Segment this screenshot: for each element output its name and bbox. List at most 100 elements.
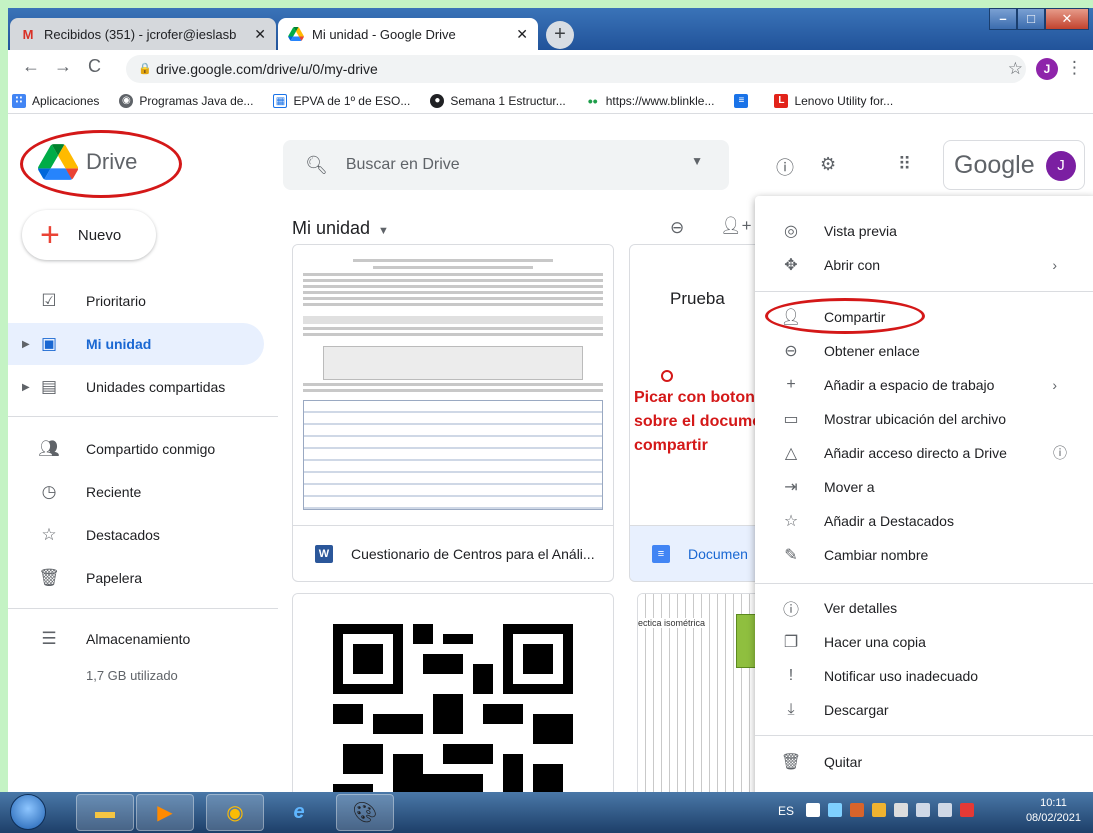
sidebar-item-label: Mi unidad — [86, 336, 152, 352]
shortcut-icon: △ — [784, 445, 798, 462]
tray-security-icon[interactable] — [872, 803, 886, 817]
menu-item-acceso-directo[interactable]: △ Añadir acceso directo a Drive ⓘ — [755, 436, 1093, 470]
lock-icon: 🔒 — [138, 63, 152, 75]
sidebar-item-mi-unidad[interactable]: ▶ ▣ Mi unidad — [8, 323, 264, 365]
menu-item-cambiar-nombre[interactable]: ✎ Cambiar nombre — [755, 538, 1093, 572]
clock-icon: ◷ — [41, 482, 57, 501]
browser-menu-icon[interactable]: ⋮ — [1066, 58, 1083, 78]
menu-item-label: Notificar uso inadecuado — [824, 668, 979, 684]
sidebar-item-almacenamiento[interactable]: ☰ Almacenamiento — [8, 618, 264, 660]
taskbar-chrome[interactable]: ◉ — [206, 794, 264, 831]
bookmark-epva[interactable]: ▦ EPVA de 1º de ESO... — [273, 93, 410, 108]
clock-date: 08/02/2021 — [1025, 812, 1081, 824]
menu-item-ver-detalles[interactable]: ⓘ Ver detalles — [755, 591, 1093, 625]
menu-item-abrir-con[interactable]: ✥ Abrir con › — [755, 248, 1093, 282]
taskbar-ie[interactable]: e — [270, 794, 328, 831]
menu-item-espacio-trabajo[interactable]: + Añadir a espacio de trabajo › — [755, 368, 1093, 402]
mi-unidad-dropdown[interactable]: Mi unidad ▼ — [292, 218, 389, 239]
move-arrows-icon: ✥ — [784, 257, 798, 274]
sidebar-item-papelera[interactable]: 🗑︎ Papelera — [8, 557, 264, 599]
file-name: Cuestionario de Centros para el Análi... — [351, 545, 595, 562]
bookmark-star-icon[interactable]: ☆ — [1008, 59, 1023, 79]
bookmark-blinkle[interactable]: •• https://www.blinkle... — [586, 94, 715, 108]
reload-icon[interactable]: C — [88, 56, 101, 77]
tray-device-icon[interactable] — [894, 803, 908, 817]
tab-title: Mi unidad - Google Drive — [312, 26, 456, 42]
tray-flag-icon[interactable] — [806, 803, 820, 817]
person-add-icon[interactable]: 👤︎+ — [720, 216, 752, 236]
system-clock[interactable]: 10:11 08/02/2021 — [1026, 796, 1081, 826]
new-tab-button[interactable]: + — [546, 21, 574, 49]
menu-item-obtener-enlace[interactable]: ⊖ Obtener enlace — [755, 334, 1093, 368]
tab-drive[interactable]: Mi unidad - Google Drive ✕ — [278, 18, 538, 50]
forward-icon[interactable]: → — [54, 56, 72, 77]
new-button[interactable]: + Nuevo — [22, 210, 156, 260]
browser-toolbar: ← → C 🔒 drive.google.com/drive/u/0/my-dr… — [8, 50, 1093, 88]
tab-gmail[interactable]: M Recibidos (351) - jcrofer@ieslasb ✕ — [10, 18, 276, 50]
file-name: Documen — [688, 545, 748, 562]
search-icon[interactable]: 🔍︎ — [305, 155, 328, 176]
drive-search-bar[interactable]: 🔍︎ Buscar en Drive ▼ — [283, 140, 729, 190]
sidebar-item-label: Unidades compartidas — [86, 379, 226, 395]
file-card-qr[interactable] — [292, 593, 614, 792]
download-icon: ⤓ — [787, 701, 795, 718]
sidebar-item-prioritario[interactable]: ☑ Prioritario — [8, 280, 264, 322]
bookmark-apps[interactable]: ∷ Aplicaciones — [12, 93, 99, 108]
back-icon[interactable]: ← — [22, 56, 40, 77]
sidebar-item-label: Reciente — [86, 484, 142, 500]
close-window-button[interactable]: ✕ — [1045, 8, 1089, 30]
close-tab-icon[interactable]: ✕ — [516, 26, 528, 43]
apps-grid-icon[interactable]: ⠿ — [898, 154, 911, 175]
minimize-button[interactable]: – — [989, 8, 1017, 30]
google-account-area[interactable]: Google J — [943, 140, 1085, 190]
close-tab-icon[interactable]: ✕ — [254, 26, 266, 43]
menu-item-vista-previa[interactable]: ◎ Vista previa — [755, 214, 1093, 248]
link-icon[interactable]: ⊖ — [670, 218, 684, 238]
sidebar-item-reciente[interactable]: ◷ Reciente — [8, 471, 264, 513]
tray-network-icon[interactable] — [828, 803, 842, 817]
taskbar-media-player[interactable]: ▶ — [136, 794, 194, 831]
taskbar-paint[interactable]: 🎨︎ — [336, 794, 394, 831]
file-card-cuestionario[interactable]: W Cuestionario de Centros para el Análi.… — [292, 244, 614, 582]
bookmark-lenovo[interactable]: L Lenovo Utility for... — [774, 93, 893, 108]
menu-item-mover-a[interactable]: ⇥ Mover a — [755, 470, 1093, 504]
language-indicator[interactable]: ES — [778, 804, 794, 818]
menu-item-quitar[interactable]: 🗑︎ Quitar — [755, 745, 1093, 779]
menu-item-mostrar-ubicacion[interactable]: ▭ Mostrar ubicación del archivo — [755, 402, 1093, 436]
menu-item-hacer-copia[interactable]: ❐ Hacer una copia — [755, 625, 1093, 659]
expand-arrow-icon[interactable]: ▶ — [22, 382, 30, 393]
window-controls: – □ ✕ — [989, 8, 1089, 30]
qr-code-image — [333, 624, 573, 792]
expand-arrow-icon[interactable]: ▶ — [22, 339, 30, 350]
bookmark-label: https://www.blinkle... — [605, 93, 715, 108]
tab-title: Recibidos (351) - jcrofer@ieslasb — [44, 26, 237, 42]
bookmark-doc[interactable]: ≡ — [734, 93, 754, 108]
search-options-icon[interactable]: ▼ — [691, 154, 703, 168]
sidebar-item-compartido-conmigo[interactable]: 👥︎ Compartido conmigo — [8, 428, 264, 470]
sidebar-item-unidades-compartidas[interactable]: ▶ ▤ Unidades compartidas — [8, 366, 264, 408]
address-bar[interactable]: 🔒 drive.google.com/drive/u/0/my-drive — [126, 55, 1026, 83]
info-icon: ⓘ — [782, 602, 799, 619]
menu-item-notificar[interactable]: ! Notificar uso inadecuado — [755, 659, 1093, 693]
url-text: drive.google.com/drive/u/0/my-drive — [156, 61, 378, 77]
sidebar-item-destacados[interactable]: ☆ Destacados — [8, 514, 264, 556]
help-icon[interactable]: ⓘ — [1053, 443, 1067, 463]
tray-volume-icon[interactable] — [916, 803, 930, 817]
menu-item-label: Añadir acceso directo a Drive — [824, 445, 1007, 461]
browser-profile-avatar[interactable]: J — [1036, 58, 1058, 80]
menu-item-destacados[interactable]: ☆ Añadir a Destacados — [755, 504, 1093, 538]
account-avatar[interactable]: J — [1046, 151, 1076, 181]
tray-alert-icon[interactable] — [960, 803, 974, 817]
bookmark-java[interactable]: ◉ Programas Java de... — [119, 93, 253, 108]
taskbar-explorer[interactable]: ▬ — [76, 794, 134, 831]
tray-app-icon[interactable] — [850, 803, 864, 817]
plus-icon: + — [786, 376, 796, 393]
tray-battery-icon[interactable] — [938, 803, 952, 817]
settings-gear-icon[interactable]: ⚙ — [820, 154, 836, 175]
drive-sidebar: + Nuevo ☑ Prioritario ▶ ▣ Mi unidad ▶ ▤ … — [8, 198, 278, 792]
help-icon[interactable]: ⓘ — [776, 154, 794, 180]
maximize-button[interactable]: □ — [1017, 8, 1045, 30]
start-button[interactable] — [10, 794, 46, 830]
menu-item-descargar[interactable]: ⤓ Descargar — [755, 693, 1093, 727]
bookmark-github[interactable]: ● Semana 1 Estructur... — [430, 93, 566, 108]
